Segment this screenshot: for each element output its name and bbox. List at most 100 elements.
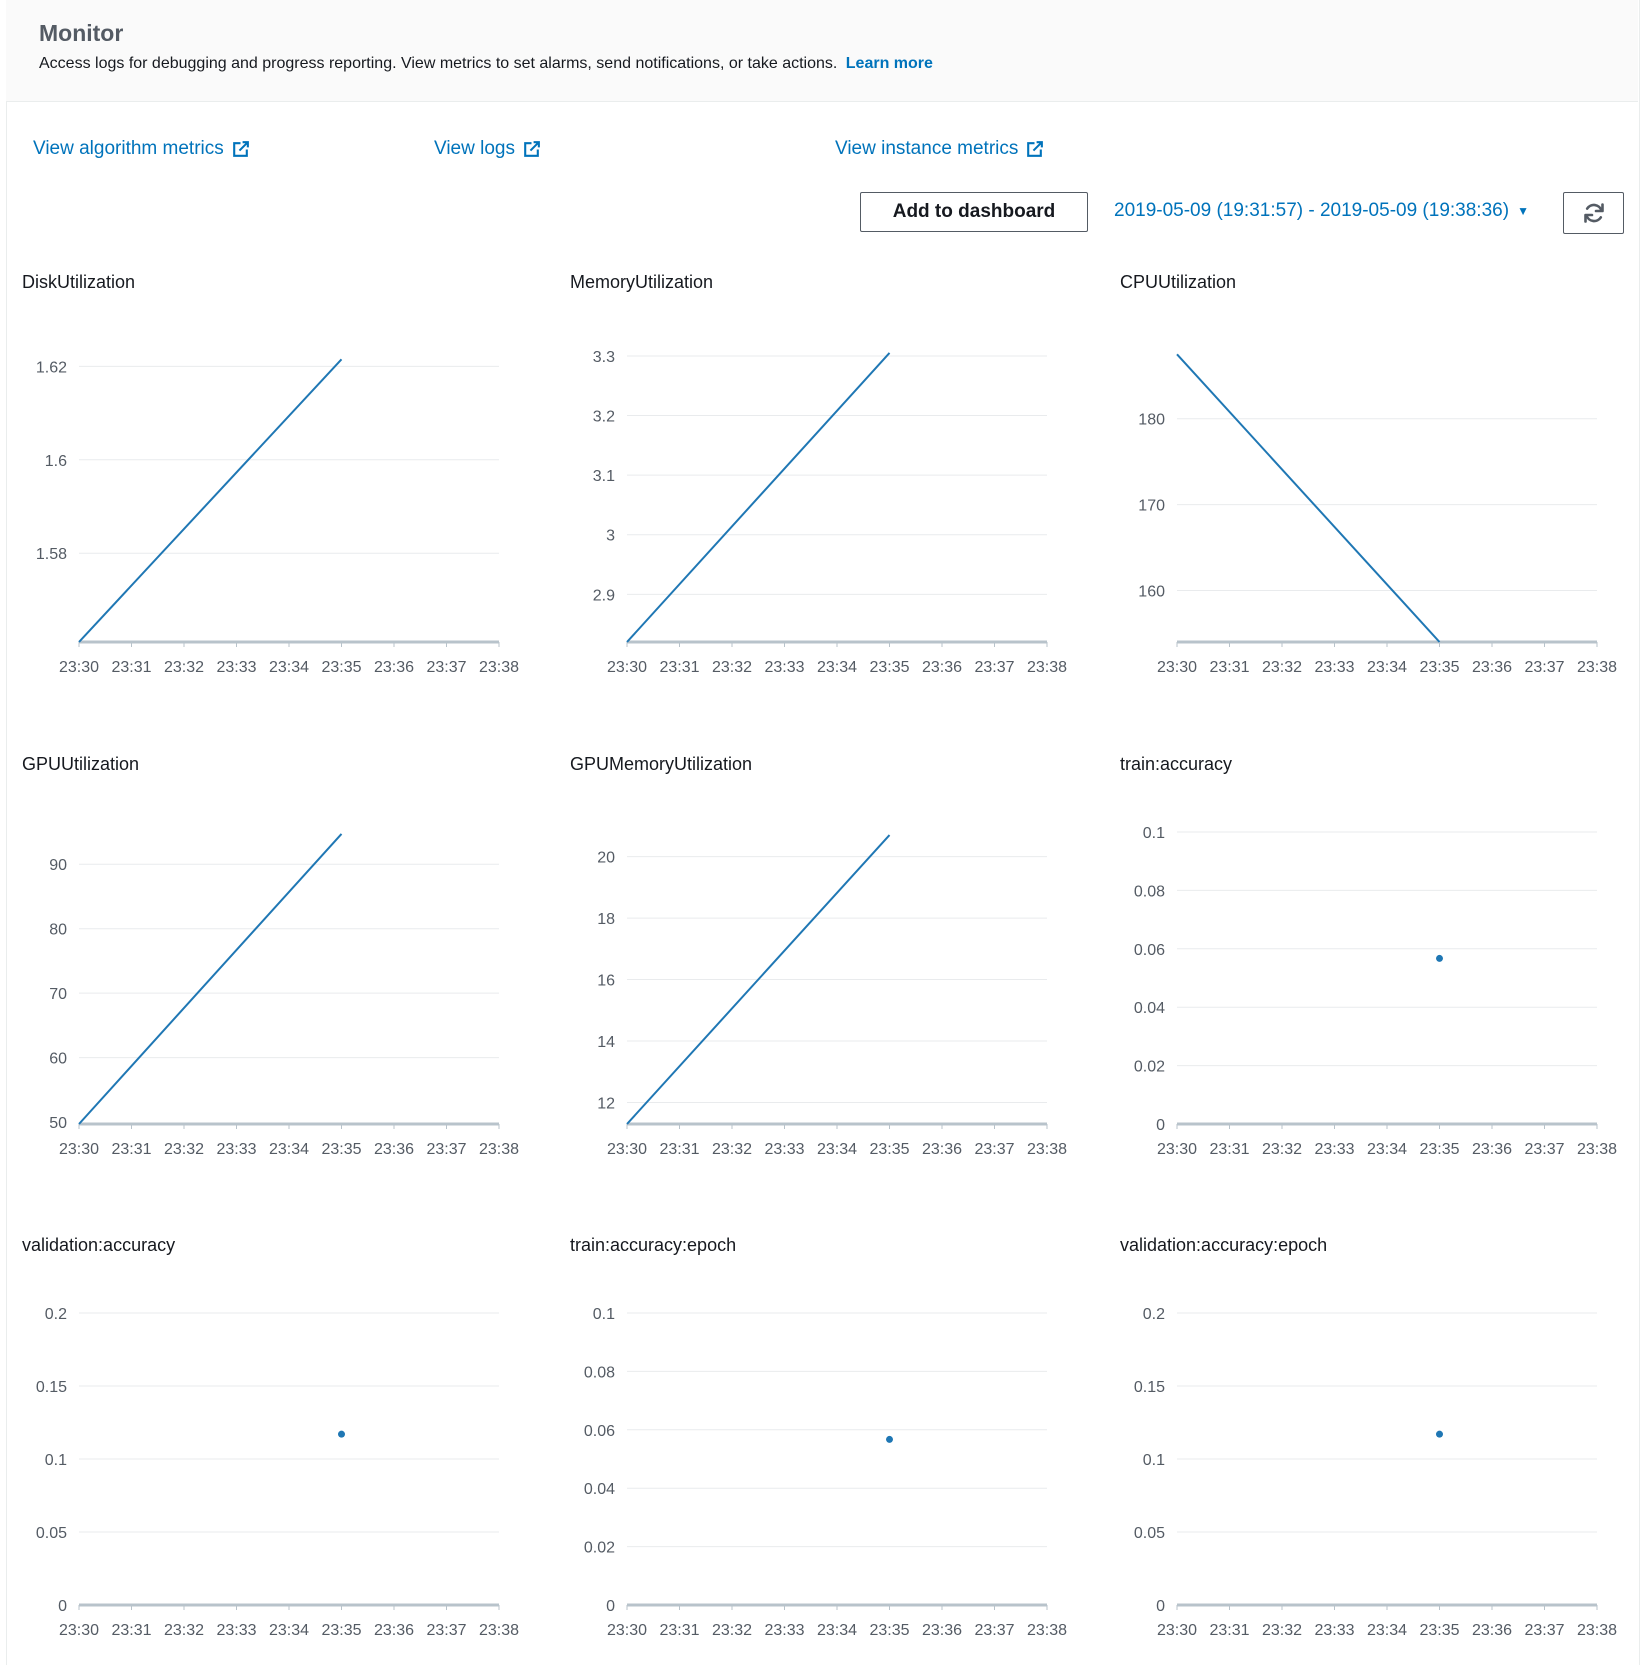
- x-tick-label: 23:32: [712, 1622, 752, 1639]
- x-tick-label: 23:33: [216, 1141, 256, 1158]
- x-tick-label: 23:33: [764, 659, 804, 676]
- x-tick-label: 23:37: [1524, 659, 1564, 676]
- y-tick-label: 0.1: [1143, 825, 1165, 842]
- y-tick-label: 0.06: [1134, 942, 1165, 959]
- y-tick-label: 0.05: [36, 1525, 67, 1542]
- x-tick-label: 23:30: [59, 1622, 99, 1639]
- x-tick-label: 23:37: [426, 659, 466, 676]
- y-tick-label: 70: [49, 986, 67, 1003]
- x-tick-label: 23:30: [607, 1622, 647, 1639]
- x-tick-label: 23:38: [1577, 659, 1617, 676]
- monitor-header: Monitor Access logs for debugging and pr…: [6, 0, 1638, 102]
- external-link-icon: [1027, 140, 1044, 157]
- x-tick-label: 23:37: [426, 1141, 466, 1158]
- x-tick-label: 23:32: [1262, 1622, 1302, 1639]
- x-tick-label: 23:38: [1577, 1622, 1617, 1639]
- x-tick-label: 23:35: [869, 1622, 909, 1639]
- series-line: [626, 352, 891, 643]
- metric-chart: 2.9 3 3.1 3.2 3.3 23:30 23:31 23:32 23:33 23:34 23…: [570, 272, 1110, 712]
- x-tick-label: 23:34: [1367, 1622, 1407, 1639]
- y-tick-label: 1.6: [45, 453, 67, 470]
- x-tick-label: 23:33: [1314, 1141, 1354, 1158]
- x-tick-label: 23:34: [817, 1622, 857, 1639]
- y-tick-label: 14: [597, 1034, 615, 1051]
- data-point: [1436, 954, 1443, 962]
- x-tick-label: 23:33: [216, 659, 256, 676]
- y-tick-label: 0.15: [1134, 1379, 1165, 1396]
- chart-plot: 0 0.02 0.04 0.06 0.08 0.1 23:30 23:31 23:32 23:33…: [584, 1306, 1067, 1639]
- metric-chart: 50 60 70 80 90 23:30 23:31 23:32 23:33 23:34 23:35…: [22, 754, 562, 1194]
- data-point: [338, 1430, 345, 1438]
- metric-chart: 1.58 1.6 1.62 23:30 23:31 23:32 23:33 23:34 23:3…: [22, 272, 562, 712]
- x-tick-label: 23:38: [479, 1141, 519, 1158]
- x-tick-label: 23:32: [1262, 1141, 1302, 1158]
- x-tick-label: 23:31: [1209, 659, 1249, 676]
- y-tick-label: 0.1: [45, 1452, 67, 1469]
- view-logs-link[interactable]: View logs: [434, 138, 542, 160]
- x-tick-label: 23:38: [1027, 1622, 1067, 1639]
- chart-plot: 50 60 70 80 90 23:30 23:31 23:32 23:33 23:34 23:35…: [49, 833, 519, 1158]
- x-tick-label: 23:31: [659, 659, 699, 676]
- x-tick-label: 23:32: [164, 1622, 204, 1639]
- series-line: [78, 358, 343, 643]
- series-line: [78, 833, 343, 1125]
- x-tick-label: 23:34: [817, 659, 857, 676]
- chart-plot: 0 0.05 0.1 0.15 0.2 23:30 23:31 23:32 23:33 23:34…: [36, 1306, 519, 1639]
- x-tick-label: 23:30: [1157, 1622, 1197, 1639]
- y-tick-label: 18: [597, 911, 615, 928]
- metric-chart: 0 0.02 0.04 0.06 0.08 0.1 23:30 23:31 23:32 23:33…: [570, 1235, 1110, 1675]
- chart-title: MemoryUtilization: [570, 272, 714, 292]
- x-tick-label: 23:30: [59, 659, 99, 676]
- y-tick-label: 0.02: [584, 1540, 615, 1557]
- chart-plot: 0 0.02 0.04 0.06 0.08 0.1 23:30 23:31 23:32 23:33…: [1134, 825, 1617, 1158]
- x-tick-label: 23:31: [111, 659, 151, 676]
- refresh-button[interactable]: [1563, 192, 1624, 234]
- x-tick-label: 23:37: [974, 1141, 1014, 1158]
- x-tick-label: 23:34: [269, 1622, 309, 1639]
- x-tick-label: 23:38: [479, 1622, 519, 1639]
- x-tick-label: 23:33: [216, 1622, 256, 1639]
- x-tick-label: 23:35: [1419, 659, 1459, 676]
- external-link-icon: [524, 140, 540, 157]
- x-tick-label: 23:36: [374, 1141, 414, 1158]
- y-tick-label: 0.1: [593, 1306, 615, 1323]
- metric-chart: 0 0.05 0.1 0.15 0.2 23:30 23:31 23:32 23:33 23:34…: [22, 1235, 562, 1675]
- y-tick-label: 0.15: [36, 1379, 67, 1396]
- y-tick-label: 0: [606, 1598, 615, 1615]
- x-tick-label: 23:36: [374, 1622, 414, 1639]
- y-tick-label: 0.04: [584, 1481, 615, 1498]
- y-tick-label: 170: [1138, 498, 1165, 515]
- view-instance-metrics-link[interactable]: View instance metrics: [835, 138, 1045, 160]
- description-text: Access logs for debugging and progress r…: [39, 55, 838, 72]
- add-to-dashboard-button[interactable]: Add to dashboard: [860, 192, 1088, 232]
- x-tick-label: 23:32: [164, 659, 204, 676]
- chart-plot: 2.9 3 3.1 3.2 3.3 23:30 23:31 23:32 23:33 23:34 23…: [593, 349, 1067, 676]
- view-algorithm-metrics-link[interactable]: View algorithm metrics: [33, 138, 251, 160]
- date-range-picker[interactable]: 2019-05-09 (19:31:57) - 2019-05-09 (19:3…: [1114, 200, 1529, 222]
- x-tick-label: 23:35: [321, 1622, 361, 1639]
- y-tick-label: 0: [1156, 1598, 1165, 1615]
- x-tick-label: 23:35: [321, 659, 361, 676]
- x-tick-label: 23:33: [764, 1622, 804, 1639]
- y-tick-label: 0.08: [584, 1364, 615, 1381]
- metric-chart: 0 0.02 0.04 0.06 0.08 0.1 23:30 23:31 23:32 23:33…: [1120, 754, 1646, 1194]
- y-tick-label: 0.02: [1134, 1059, 1165, 1076]
- chart-plot: 160 170 180 23:30 23:31 23:32 23:33 23:34 23:35 2…: [1138, 353, 1617, 676]
- x-tick-label: 23:38: [479, 659, 519, 676]
- chart-title: validation:accuracy:epoch: [1120, 1235, 1328, 1255]
- chart-plot: 12 14 16 18 20 23:30 23:31 23:32 23:33 23:34 23:35…: [597, 834, 1067, 1158]
- x-tick-label: 23:35: [1419, 1141, 1459, 1158]
- x-tick-label: 23:30: [607, 659, 647, 676]
- x-tick-label: 23:34: [817, 1141, 857, 1158]
- x-tick-label: 23:37: [426, 1622, 466, 1639]
- x-tick-label: 23:32: [712, 659, 752, 676]
- y-tick-label: 0.05: [1134, 1525, 1165, 1542]
- chart-title: train:accuracy:epoch: [570, 1235, 737, 1255]
- x-tick-label: 23:36: [1472, 1622, 1512, 1639]
- page-description: Access logs for debugging and progress r…: [39, 55, 933, 73]
- data-point: [1436, 1430, 1443, 1438]
- y-tick-label: 0.2: [45, 1306, 67, 1323]
- learn-more-link[interactable]: Learn more: [846, 55, 933, 72]
- y-tick-label: 2.9: [593, 587, 615, 604]
- x-tick-label: 23:37: [974, 1622, 1014, 1639]
